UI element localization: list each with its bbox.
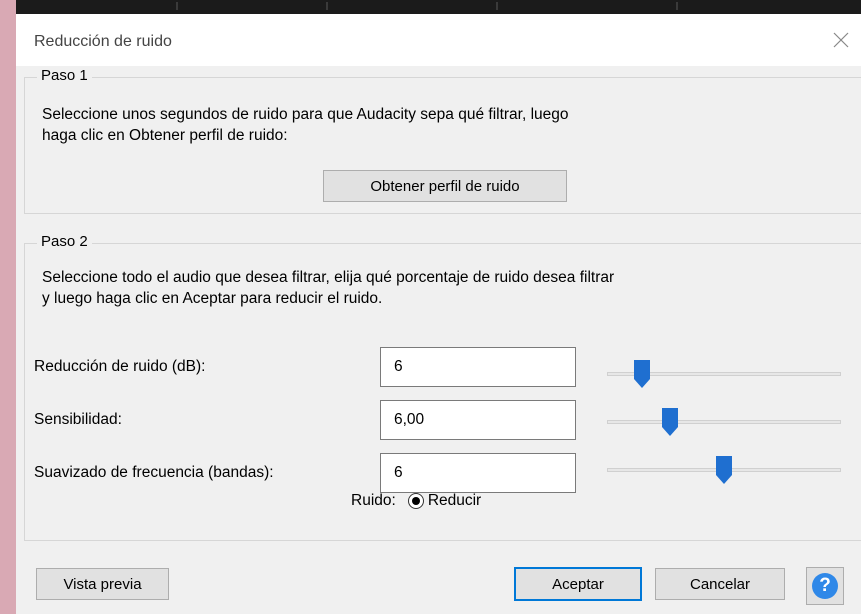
noise-reduction-input[interactable] bbox=[380, 347, 576, 387]
background-window-edge bbox=[0, 0, 16, 614]
help-icon: ? bbox=[812, 573, 838, 599]
title-bar: Reducción de ruido bbox=[16, 14, 861, 66]
step2-line1: Seleccione todo el audio que desea filtr… bbox=[42, 269, 615, 286]
step2-line2: y luego haga clic en Aceptar para reduci… bbox=[42, 290, 383, 307]
ok-button[interactable]: Aceptar bbox=[514, 567, 642, 601]
dialog-title: Reducción de ruido bbox=[34, 33, 172, 50]
close-icon bbox=[833, 32, 849, 48]
cancel-button[interactable]: Cancelar bbox=[655, 568, 785, 600]
slider-thumb[interactable] bbox=[715, 455, 733, 485]
step1-instructions: Seleccione unos segundos de ruido para q… bbox=[42, 104, 569, 146]
noise-reduction-dialog: Reducción de ruido Paso 1 Seleccione uno… bbox=[16, 14, 861, 614]
background-window-top bbox=[16, 0, 861, 14]
step1-line2: haga clic en Obtener perfil de ruido: bbox=[42, 127, 288, 144]
step2-legend: Paso 2 bbox=[37, 233, 92, 250]
slider-thumb[interactable] bbox=[633, 359, 651, 389]
reduce-radio[interactable] bbox=[407, 493, 424, 509]
sensitivity-slider[interactable] bbox=[607, 407, 841, 437]
step2-instructions: Seleccione todo el audio que desea filtr… bbox=[42, 267, 614, 309]
frequency-smoothing-label: Suavizado de frecuencia (bandas): bbox=[34, 464, 274, 481]
get-noise-profile-button[interactable]: Obtener perfil de ruido bbox=[323, 170, 567, 202]
noise-reduction-slider[interactable] bbox=[607, 359, 841, 389]
close-button[interactable] bbox=[821, 22, 861, 58]
noise-reduction-label: Reducción de ruido (dB): bbox=[34, 358, 206, 375]
sensitivity-input[interactable] bbox=[380, 400, 576, 440]
sensitivity-label: Sensibilidad: bbox=[34, 411, 122, 428]
radio-selected-dot bbox=[411, 497, 420, 505]
step1-group: Paso 1 Seleccione unos segundos de ruido… bbox=[24, 67, 861, 214]
frequency-smoothing-slider[interactable] bbox=[607, 455, 841, 485]
help-button[interactable]: ? bbox=[806, 567, 844, 605]
slider-thumb[interactable] bbox=[661, 407, 679, 437]
step1-line1: Seleccione unos segundos de ruido para q… bbox=[42, 106, 569, 123]
slider-track bbox=[607, 420, 841, 424]
step1-legend: Paso 1 bbox=[37, 67, 92, 84]
reduce-radio-label[interactable]: Reducir bbox=[428, 492, 481, 510]
noise-mode-label: Ruido: bbox=[351, 492, 396, 509]
preview-button[interactable]: Vista previa bbox=[36, 568, 169, 600]
frequency-smoothing-input[interactable] bbox=[380, 453, 576, 493]
noise-mode-row: Ruido: Reducir bbox=[351, 492, 481, 510]
